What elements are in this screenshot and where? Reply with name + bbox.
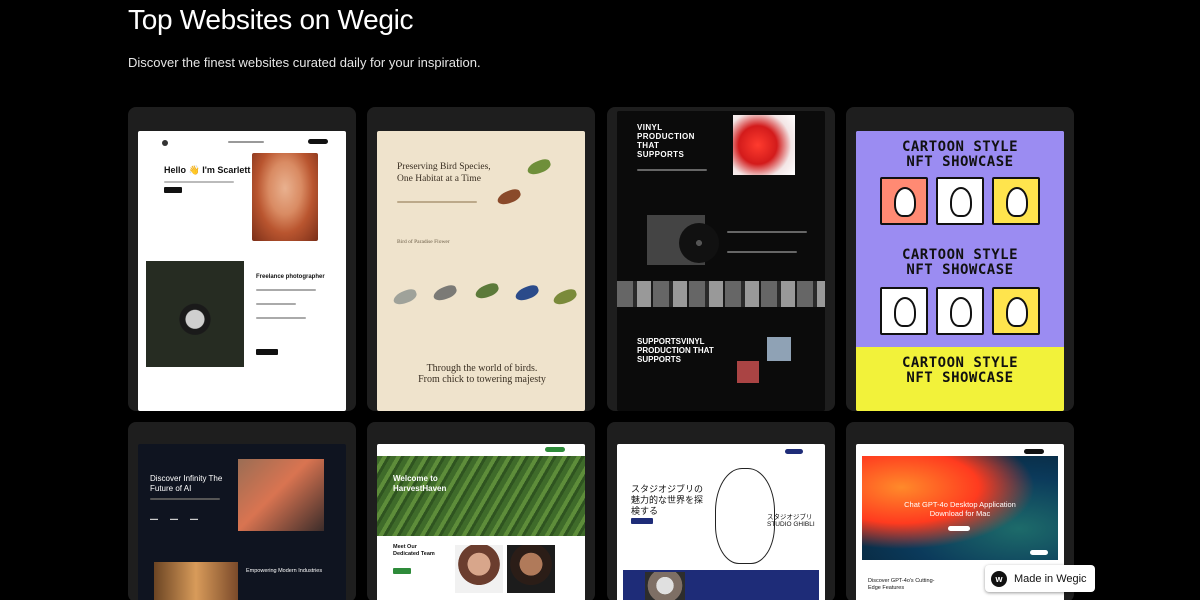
preview-heading: CARTOON STYLE NFT SHOWCASE (901, 139, 1019, 170)
preview-footer-heading: Through the world of birds. From chick t… (418, 363, 546, 385)
bird-illustration (551, 287, 579, 307)
bird-illustration (513, 283, 541, 303)
bird-illustration (391, 287, 419, 307)
website-preview: スタジオジブリの魅力的な世界を探検する スタジオジブリ STUDIO GHIBL… (617, 444, 825, 600)
website-preview: Discover Infinity The Future of AI ▬▬ ▬▬ ▬… (138, 444, 346, 600)
bird-illustration (525, 157, 553, 177)
preview-subheading: Meet Our Dedicated Team (393, 544, 435, 557)
preview-footer-heading: SUPPORTSVINYL PRODUCTION THAT SUPPORTS (637, 337, 714, 364)
album-cover-image (767, 337, 791, 361)
portrait-image (146, 261, 244, 367)
website-card-ai[interactable]: Discover Infinity The Future of AI ▬▬ ▬▬ ▬… (128, 422, 356, 600)
feature-image (154, 562, 238, 600)
bird-illustration (495, 187, 523, 207)
website-preview: CARTOON STYLE NFT SHOWCASE CARTOON STYLE… (856, 131, 1064, 411)
page-title: Top Websites on Wegic (128, 4, 414, 35)
bird-illustration (431, 283, 459, 303)
website-card-scarlett[interactable]: Hello 👋 I'm Scarlett Freelance photograp… (128, 107, 356, 411)
vinyl-disc-icon (679, 223, 719, 263)
logo-icon (162, 140, 168, 146)
wegic-logo-icon: w (991, 570, 1007, 587)
preview-heading: スタジオジブリの魅力的な世界を探検する (631, 484, 704, 516)
website-preview: Preserving Bird Species, One Habitat at … (377, 131, 585, 411)
preview-heading: Discover Infinity The Future of AI (150, 474, 223, 493)
preview-heading: Preserving Bird Species, One Habitat at … (397, 162, 491, 184)
album-art-image (733, 115, 795, 175)
preview-heading: CARTOON STYLE NFT SHOWCASE (901, 355, 1019, 386)
badge-label: Made in Wegic (1014, 572, 1087, 585)
preview-heading: CARTOON STYLE NFT SHOWCASE (901, 247, 1019, 278)
album-cover-image (737, 361, 759, 383)
preview-heading: Welcome to HarvestHaven (393, 474, 447, 493)
website-card-vinyl[interactable]: VINYL PRODUCTION THAT SUPPORTS SUPPORTSV… (607, 107, 835, 411)
bird-illustration (473, 281, 501, 301)
preview-caption: Bird of Paradise Flower (397, 239, 450, 245)
preview-subheading: Discover GPT-4o's Cutting-Edge Features (868, 578, 935, 591)
portrait-image (252, 153, 318, 241)
totoro-illustration (715, 468, 775, 564)
website-preview: Hello 👋 I'm Scarlett Freelance photograp… (138, 131, 346, 411)
page-subtitle: Discover the finest websites curated dai… (128, 55, 481, 70)
made-in-wegic-badge[interactable]: w Made in Wegic (985, 565, 1095, 592)
team-member-photo (455, 545, 503, 593)
preview-heading: VINYL PRODUCTION THAT SUPPORTS (637, 123, 695, 159)
portrait-image (645, 572, 685, 600)
preview-brand: スタジオジブリ STUDIO GHIBLI (767, 514, 815, 528)
team-member-photo (507, 545, 555, 593)
website-card-cartoon-nft[interactable]: CARTOON STYLE NFT SHOWCASE CARTOON STYLE… (846, 107, 1074, 411)
photo-strip (617, 281, 825, 307)
preview-heading: Hello 👋 I'm Scarlett (164, 165, 251, 175)
hero-image (238, 459, 324, 531)
website-card-birds[interactable]: Preserving Bird Species, One Habitat at … (367, 107, 595, 411)
preview-subheading: Empowering Modern Industries (246, 568, 323, 574)
website-preview: VINYL PRODUCTION THAT SUPPORTS SUPPORTSV… (617, 111, 825, 411)
website-card-ghibli[interactable]: スタジオジブリの魅力的な世界を探検する スタジオジブリ STUDIO GHIBL… (607, 422, 835, 600)
preview-heading: Chat GPT-4o Desktop Application Download… (904, 500, 1016, 518)
website-card-harvest[interactable]: Welcome to HarvestHaven Meet Our Dedicat… (367, 422, 595, 600)
preview-subheading: Freelance photographer (256, 274, 325, 280)
website-preview: Welcome to HarvestHaven Meet Our Dedicat… (377, 444, 585, 600)
hero-image (377, 456, 585, 536)
